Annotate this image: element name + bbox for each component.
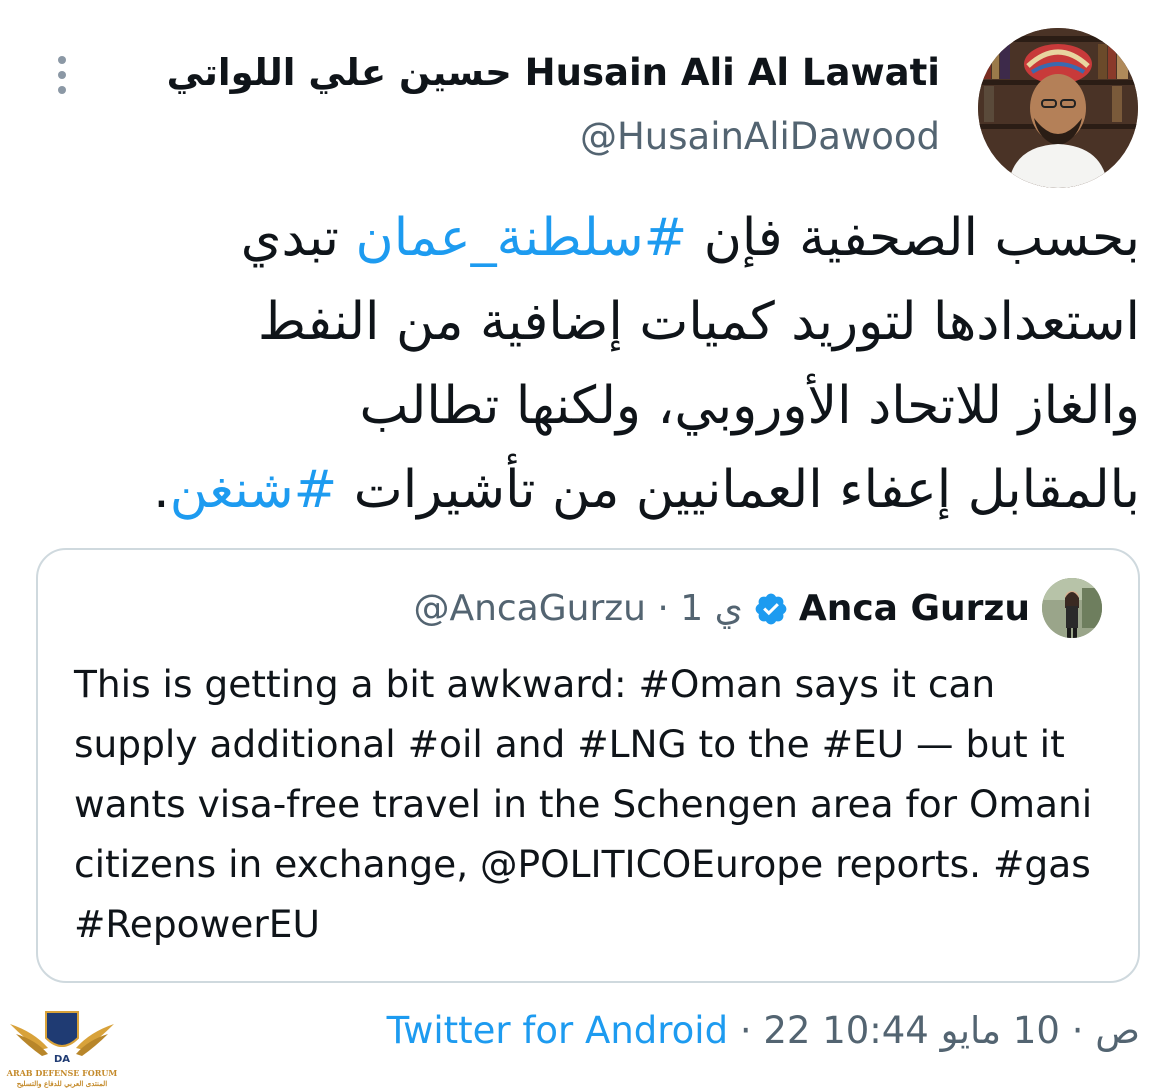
verified-badge-icon	[755, 593, 787, 625]
more-vertical-icon	[58, 56, 66, 64]
tweet-text-segment: تبدي	[240, 208, 356, 268]
quoted-author-name[interactable]: Anca Gurzu	[799, 584, 1030, 634]
author-name[interactable]: حسين علي اللواتي Husain Ali Al Lawati	[167, 48, 940, 98]
author-handle[interactable]: @HusainAliDawood	[580, 112, 940, 162]
forum-watermark-logo: DA ARAB DEFENSE FORUM المنتدى العربي للد…	[6, 1004, 118, 1090]
svg-text:DA: DA	[54, 1054, 70, 1065]
quoted-handle-time: @AncaGurzu · 1 ي	[413, 588, 743, 629]
tweet-timestamp[interactable]: 22 10:44 ص · 10 مايو	[763, 1009, 1140, 1052]
author-avatar[interactable]	[978, 28, 1138, 188]
tweet-text-segment: بحسب الصحفية فإن	[687, 208, 1140, 268]
tweet-text-line: استعدادها لتوريد كميات إضافية من النفط	[30, 280, 1140, 364]
watermark-line-2: المنتدى العربي للدفاع والتسليح	[16, 1079, 108, 1088]
tweet-text-segment: .	[153, 460, 170, 520]
tweet-text-line: بحسب الصحفية فإن #سلطنة_عمان تبدي	[30, 196, 1140, 280]
tweet-footer: Twitter for Android · 22 10:44 ص · 10 ما…	[387, 1006, 1140, 1056]
tweet-text-line: بالمقابل إعفاء العمانيين من تأشيرات #شنغ…	[30, 448, 1140, 532]
quoted-tweet-text: This is getting a bit awkward: #Oman say…	[74, 662, 1093, 946]
quoted-author-avatar[interactable]	[1042, 578, 1102, 638]
tweet-text: بحسب الصحفية فإن #سلطنة_عمان تبدي استعداد…	[30, 196, 1140, 532]
more-options-button[interactable]	[40, 50, 84, 100]
watermark-line-1: ARAB DEFENSE FORUM	[6, 1068, 118, 1078]
tweet-text-segment: بالمقابل إعفاء العمانيين من تأشيرات	[337, 460, 1140, 520]
tweet-text-segment: والغاز للاتحاد الأوروبي، ولكنها تطالب	[359, 376, 1140, 436]
tweet-text-segment: استعدادها لتوريد كميات إضافية من النفط	[257, 292, 1140, 352]
quoted-tweet-header: Anca Gurzu @AncaGurzu · 1 ي	[413, 584, 1030, 634]
hashtag-link[interactable]: #شنغن	[170, 460, 338, 520]
hashtag-link[interactable]: #سلطنة_عمان	[356, 208, 688, 268]
tweet-text-line: والغاز للاتحاد الأوروبي، ولكنها تطالب	[30, 364, 1140, 448]
tweet-source-link[interactable]: Twitter for Android	[387, 1009, 728, 1052]
footer-separator: ·	[728, 1009, 764, 1052]
quoted-tweet-card[interactable]: Anca Gurzu @AncaGurzu · 1 ي This is gett…	[36, 548, 1140, 983]
